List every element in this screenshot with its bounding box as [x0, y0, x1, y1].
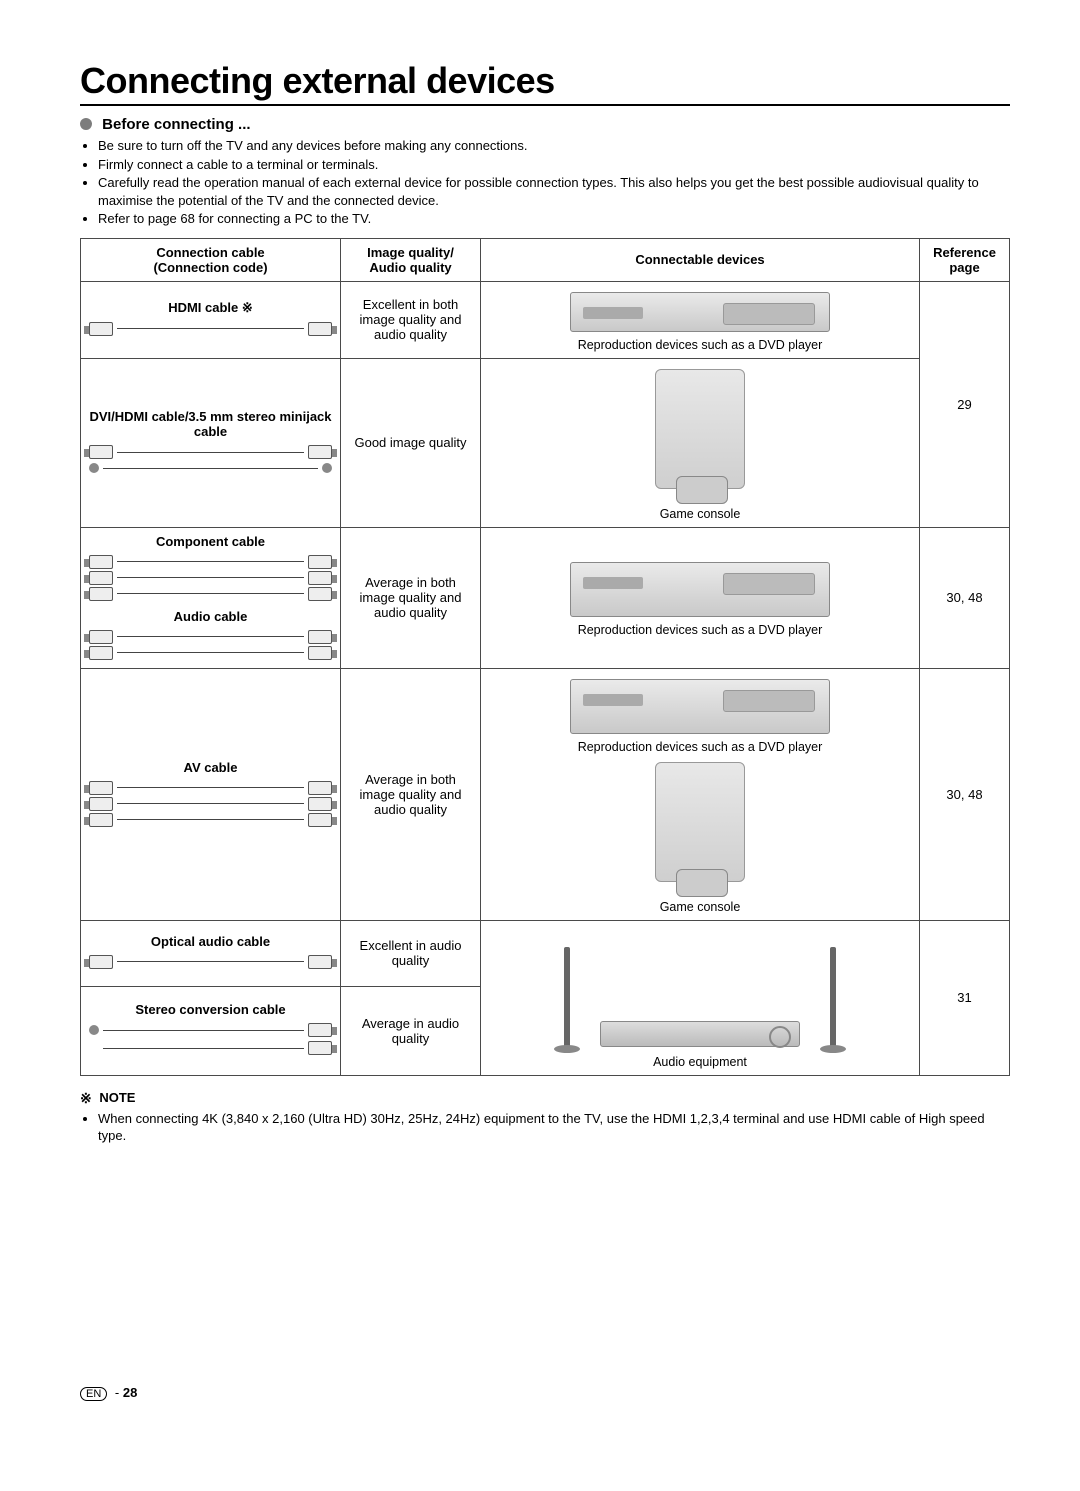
hdmi-cable-icon: [89, 322, 332, 336]
stereo-cable-label: Stereo conversion cable: [89, 1002, 332, 1017]
dvd-vcr-icon: [570, 679, 830, 734]
table-row: Optical audio cable Excellent in audio q…: [81, 920, 1010, 986]
before-bullet: Carefully read the operation manual of e…: [98, 174, 1010, 209]
av-quality: Average in both image quality and audio …: [341, 668, 481, 920]
stereo-cable-icon: [89, 1041, 332, 1055]
header-connectable-devices: Connectable devices: [481, 238, 920, 281]
minijack-cable-icon: [89, 463, 332, 473]
optical-cable-label: Optical audio cable: [89, 934, 332, 949]
ref-page-hdmi-dvi: 29: [920, 281, 1010, 527]
connection-table: Connection cable (Connection code) Image…: [80, 238, 1010, 1076]
ref-page-av: 30, 48: [920, 668, 1010, 920]
hdmi-quality: Excellent in both image quality and audi…: [341, 281, 481, 358]
optical-quality: Excellent in audio quality: [341, 920, 481, 986]
before-connecting-heading: Before connecting ...: [80, 116, 1010, 133]
note-list: When connecting 4K (3,840 x 2,160 (Ultra…: [98, 1110, 1010, 1145]
av-device-caption-1: Reproduction devices such as a DVD playe…: [489, 740, 911, 754]
note-heading: ※ ※ NOTENOTE: [80, 1090, 1010, 1107]
table-row: HDMI cable ※ Excellent in both image qua…: [81, 281, 1010, 358]
ref-page-audio: 31: [920, 920, 1010, 1075]
note-mark-icon: ※: [80, 1090, 92, 1107]
bullet-dot-icon: [80, 118, 92, 130]
hdmi-device-caption: Reproduction devices such as a DVD playe…: [489, 338, 911, 352]
hdmi-cable-label: HDMI cable ※: [89, 300, 332, 316]
before-bullet: Be sure to turn off the TV and any devic…: [98, 137, 1010, 155]
page-footer: EN - 28: [80, 1385, 1010, 1401]
av-cable-label: AV cable: [89, 760, 332, 775]
av-cable-icon: [89, 781, 332, 827]
table-row: AV cable Average in both image quality a…: [81, 668, 1010, 920]
game-console-icon: [655, 762, 745, 882]
ref-page-component: 30, 48: [920, 527, 1010, 668]
stereo-cable-icon: [89, 1023, 332, 1037]
stereo-quality: Average in audio quality: [341, 986, 481, 1075]
dvi-quality: Good image quality: [341, 358, 481, 527]
note-item: When connecting 4K (3,840 x 2,160 (Ultra…: [98, 1110, 1010, 1145]
language-badge: EN: [80, 1387, 107, 1401]
dvi-cable-label: DVI/HDMI cable/3.5 mm stereo minijack ca…: [89, 409, 332, 439]
dvi-device-caption: Game console: [489, 507, 911, 521]
before-bullet: Firmly connect a cable to a terminal or …: [98, 156, 1010, 174]
audio-equipment-icon: [489, 927, 911, 1047]
before-bullet-list: Be sure to turn off the TV and any devic…: [98, 137, 1010, 228]
page-title: Connecting external devices: [80, 60, 1010, 102]
component-quality: Average in both image quality and audio …: [341, 527, 481, 668]
dvd-vcr-icon: [570, 562, 830, 617]
optical-cable-icon: [89, 955, 332, 969]
header-image-audio-quality: Image quality/ Audio quality: [341, 238, 481, 281]
game-console-icon: [655, 369, 745, 489]
audio-cable-icon: [89, 630, 332, 660]
audio-equipment-caption: Audio equipment: [489, 1055, 911, 1069]
av-device-caption-2: Game console: [489, 900, 911, 914]
before-bullet: Refer to page 68 for connecting a PC to …: [98, 210, 1010, 228]
component-device-caption: Reproduction devices such as a DVD playe…: [489, 623, 911, 637]
dvi-cable-icon: [89, 445, 332, 459]
component-cable-label: Component cable: [89, 534, 332, 549]
audio-cable-label: Audio cable: [89, 609, 332, 624]
header-connection-cable: Connection cable (Connection code): [81, 238, 341, 281]
table-row: DVI/HDMI cable/3.5 mm stereo minijack ca…: [81, 358, 1010, 527]
footer-sep: -: [115, 1385, 123, 1400]
table-row: Component cable Audio cable Average in b…: [81, 527, 1010, 668]
title-rule: [80, 104, 1010, 106]
component-cable-icon: [89, 555, 332, 601]
dvd-player-icon: [570, 292, 830, 332]
before-heading-text: Before connecting ...: [102, 116, 250, 133]
page-number: 28: [123, 1385, 137, 1400]
header-reference-page: Reference page: [920, 238, 1010, 281]
